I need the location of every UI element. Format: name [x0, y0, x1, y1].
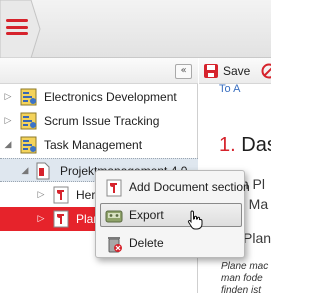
cancel-icon[interactable] [261, 63, 271, 79]
collapse-arrow-icon[interactable]: ◢ [3, 138, 13, 152]
tree-item-label: Electronics Development [44, 90, 177, 104]
heading-text: Das [241, 134, 271, 156]
expand-arrow-icon[interactable]: ▷ [36, 188, 46, 202]
tree-item-label: Scrum Issue Tracking [44, 114, 160, 128]
menu-button[interactable] [0, 0, 41, 58]
menu-item-delete[interactable]: Delete [100, 231, 242, 255]
export-icon [105, 210, 123, 223]
tree-item-label: Task Management [44, 138, 143, 152]
project-icon [20, 112, 37, 130]
project-icon [20, 88, 37, 106]
menu-item-add-document-section[interactable]: Add Document section [100, 175, 250, 199]
hamburger-icon [6, 19, 28, 35]
expand-arrow-icon[interactable]: ▷ [3, 90, 13, 104]
collapse-arrow-icon[interactable]: ◢ [20, 164, 30, 178]
menu-item-label: Add Document section [129, 180, 250, 194]
doc-link[interactable]: To A [219, 83, 240, 95]
doc-subheading: Plan [243, 230, 271, 246]
save-label: Save [223, 64, 251, 78]
tree-toolbar: « [0, 58, 198, 84]
hand-cursor-icon [187, 210, 203, 230]
doc-italic-line: man fode [221, 273, 263, 284]
tree-item-task-management[interactable]: ◢ Task Management [0, 133, 198, 157]
heading-number: 1. [219, 134, 236, 156]
expand-arrow-icon[interactable]: ▷ [3, 114, 13, 128]
document-icon [36, 162, 50, 180]
tree-item-scrum-issue-tracking[interactable]: ▷ Scrum Issue Tracking [0, 109, 198, 133]
header-bar [0, 0, 271, 58]
expand-arrow-icon[interactable]: ▷ [36, 212, 46, 226]
double-chevron-left-icon[interactable]: « [175, 64, 192, 79]
section-icon [53, 210, 69, 228]
doc-italic-line: Plane mac [221, 261, 269, 272]
section-icon [53, 186, 69, 204]
project-icon [20, 136, 37, 154]
context-menu: Add Document section Export Delete [95, 170, 250, 258]
document-section-icon [106, 179, 122, 197]
save-icon [204, 64, 218, 78]
tree-item-electronics-development[interactable]: ▷ Electronics Development [0, 85, 198, 109]
doc-italic-line: finden ist [221, 285, 262, 293]
menu-item-label: Export [129, 208, 164, 222]
editor-toolbar: Save [199, 58, 271, 84]
trash-icon [108, 237, 122, 253]
menu-item-label: Delete [129, 236, 164, 250]
menu-item-export[interactable]: Export [100, 203, 242, 230]
doc-heading: 1. Das [219, 133, 271, 157]
